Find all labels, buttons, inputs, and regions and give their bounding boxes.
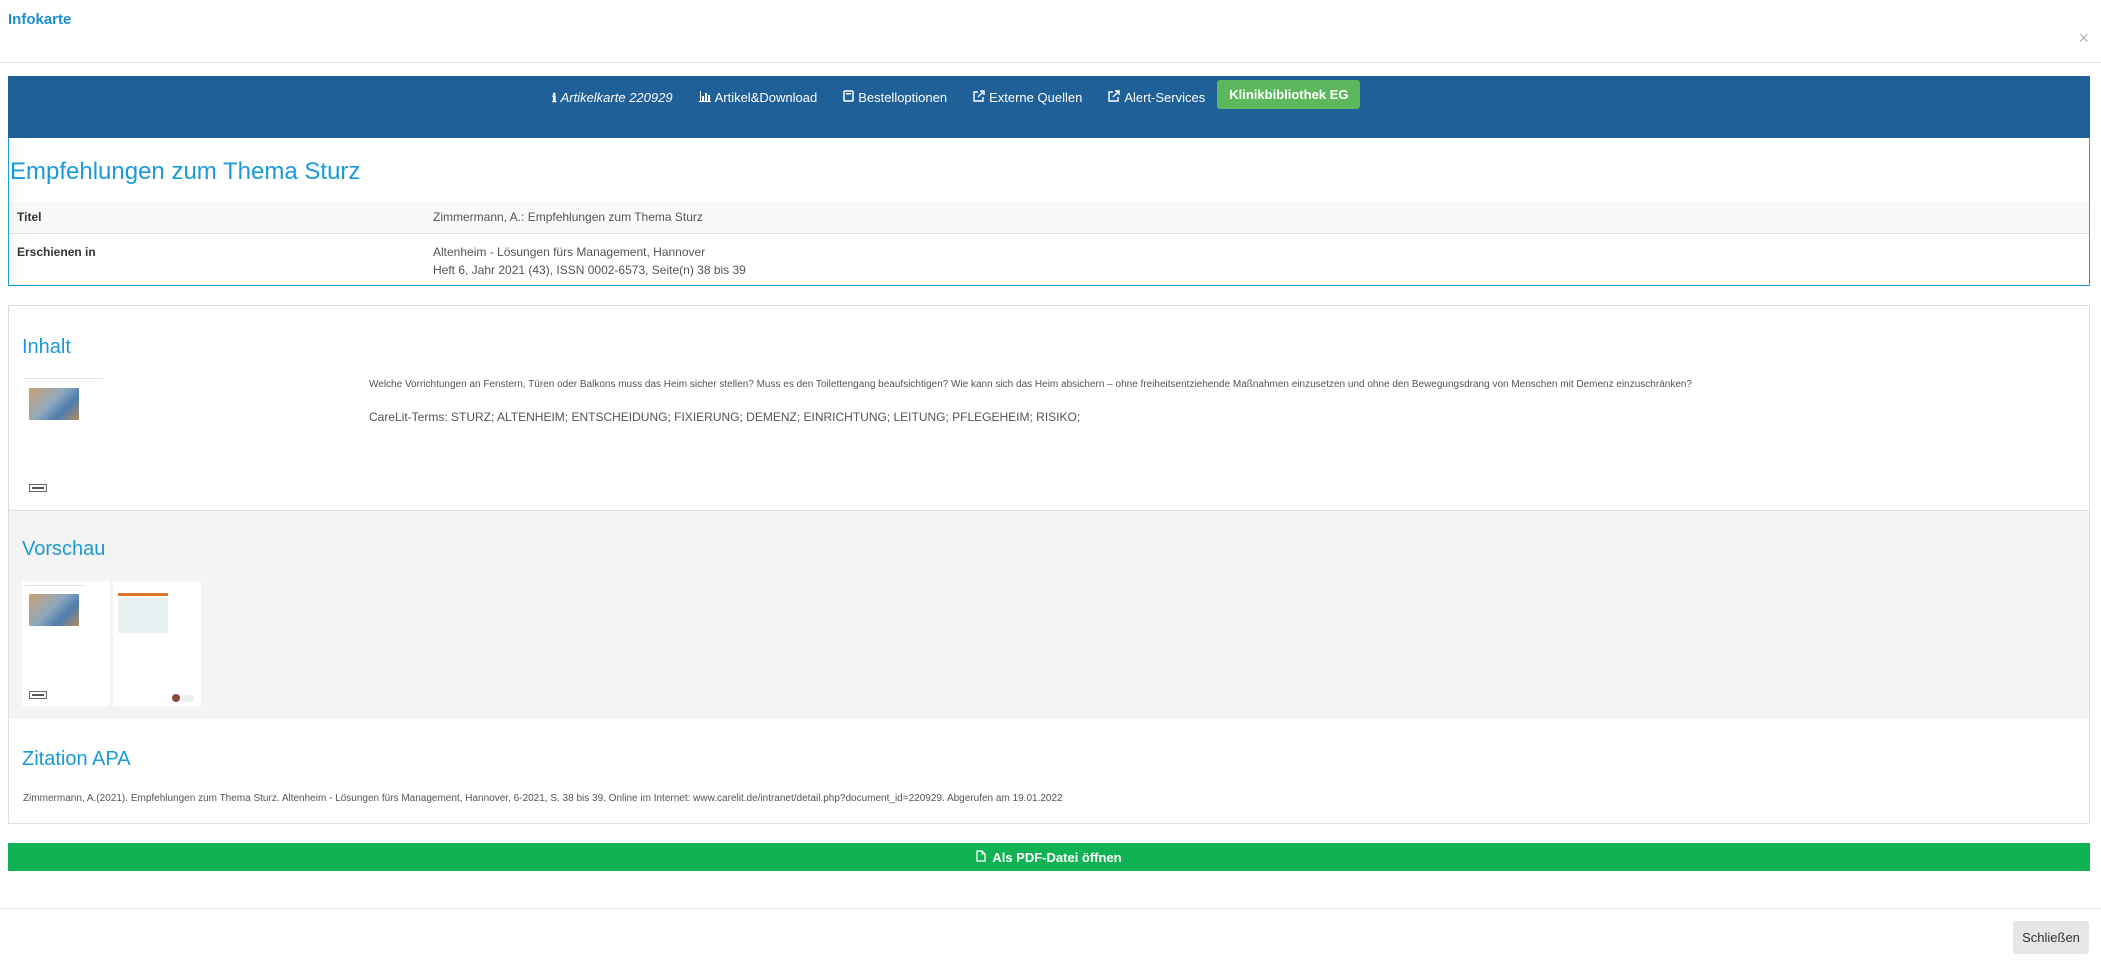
publisher-logo-icon [29, 691, 47, 699]
article-thumbnail[interactable] [29, 388, 79, 420]
preview-photo [29, 594, 79, 626]
vorschau-heading: Vorschau [22, 538, 106, 560]
external-link-icon [1108, 90, 1121, 105]
article-navbar: ℹ Artikelkarte 220929 Artikel&Download B… [8, 76, 2090, 138]
vorschau-section: Vorschau [9, 510, 2089, 720]
thumbnail-divider [23, 378, 103, 379]
zitation-section: Zitation APA Zimmermann, A.(2021). Empfe… [9, 719, 2089, 823]
modal-footer-divider [0, 908, 2101, 909]
info-icon: ℹ [552, 90, 557, 105]
zitation-heading: Zitation APA [22, 748, 131, 770]
tab-label: Artikel&Download [714, 90, 818, 105]
open-pdf-button[interactable]: Als PDF-Datei öffnen [8, 843, 2090, 871]
preview-content-box [118, 598, 168, 633]
preview-header-bar [118, 593, 168, 596]
tab-label: Alert-Services [1124, 90, 1206, 105]
tab-label: Bestelloptionen [858, 90, 948, 105]
tab-bestelloptionen[interactable]: Bestelloptionen [843, 90, 947, 105]
publication-source: Altenheim - Lösungen fürs Management, Ha… [433, 244, 706, 259]
tab-label: Externe Quellen [989, 90, 1083, 105]
author-avatar-icon [172, 694, 180, 702]
row-label: Titel [17, 210, 42, 224]
preview-footer-tag [180, 695, 194, 702]
preview-page-2[interactable] [113, 581, 201, 706]
preview-page-1[interactable] [22, 581, 110, 706]
row-value: Zimmermann, A.: Empfehlungen zum Thema S… [433, 210, 703, 224]
tab-externe-quellen[interactable]: Externe Quellen [973, 90, 1082, 105]
inhalt-heading: Inhalt [22, 336, 71, 358]
article-summary: Empfehlungen zum Thema Sturz Titel Zimme… [8, 138, 2090, 286]
tab-artikel-download[interactable]: Artikel&Download [698, 90, 818, 105]
carelit-terms: CareLit-Terms: STURZ; ALTENHEIM; ENTSCHE… [369, 410, 1081, 424]
bar-chart-icon [698, 90, 711, 105]
apa-citation: Zimmermann, A.(2021). Empfehlungen zum T… [23, 793, 1063, 804]
book-icon [843, 90, 854, 105]
file-pdf-icon [976, 849, 986, 865]
tab-label: Artikelkarte 220929 [560, 90, 673, 105]
tab-alert-services[interactable]: Alert-Services [1108, 90, 1205, 105]
article-description: Welche Vorrichtungen an Fenstern, Türen … [369, 379, 1692, 390]
open-pdf-label: Als PDF-Datei öffnen [992, 849, 1122, 865]
publication-issue: Heft 6, Jahr 2021 (43), ISSN 0002-6573, … [433, 262, 746, 277]
close-button[interactable]: Schließen [2013, 921, 2089, 954]
inhalt-section: Inhalt Welche Vorrichtungen an Fenstern,… [9, 306, 2089, 510]
modal-header: Infokarte × [0, 0, 2101, 63]
close-icon[interactable]: × [2078, 28, 2089, 48]
external-link-icon [973, 90, 985, 105]
details-panel: Inhalt Welche Vorrichtungen an Fenstern,… [8, 305, 2090, 824]
publisher-logo-icon [29, 484, 47, 492]
nav-items: ℹ Artikelkarte 220929 Artikel&Download B… [552, 76, 1361, 138]
tab-artikelkarte[interactable]: ℹ Artikelkarte 220929 [552, 90, 673, 105]
table-row: Erschienen in Altenheim - Lösungen fürs … [9, 232, 2089, 279]
article-meta-table: Titel Zimmermann, A.: Empfehlungen zum T… [9, 202, 2089, 279]
row-label: Erschienen in [9, 232, 425, 279]
article-title: Empfehlungen zum Thema Sturz [10, 158, 361, 185]
table-row: Titel Zimmermann, A.: Empfehlungen zum T… [9, 202, 2089, 233]
thumbnail-divider [25, 585, 85, 586]
klinikbibliothek-button[interactable]: Klinikbibliothek EG [1217, 80, 1361, 109]
modal-title: Infokarte [8, 11, 72, 28]
row-value: Altenheim - Lösungen fürs Management, Ha… [425, 232, 2089, 279]
